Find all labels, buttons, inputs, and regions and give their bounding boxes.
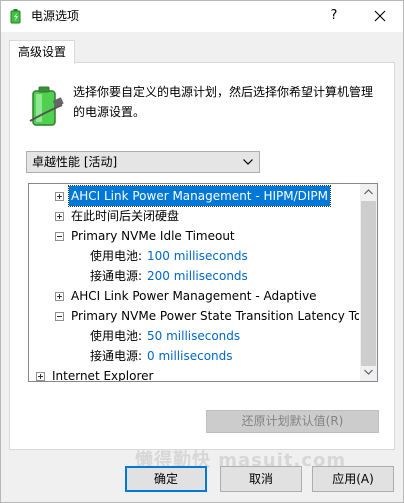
apply-button[interactable]: 应用(A) [312,466,394,492]
tree-row-label: Primary NVMe Power State Transition Late… [71,309,359,323]
expand-icon[interactable] [55,292,64,301]
tree-row-nvme-idle-timeout[interactable]: Primary NVMe Idle Timeout [29,226,359,246]
tab-advanced-settings[interactable]: 高级设置 [9,40,75,64]
close-button[interactable] [356,0,404,32]
expand-icon[interactable] [36,372,45,381]
close-icon [374,10,386,22]
collapse-icon[interactable] [55,312,64,321]
setting-label: 接通电源: [90,349,143,363]
cancel-button[interactable]: 取消 [220,466,302,492]
tree-row-ahci-adaptive[interactable]: AHCI Link Power Management - Adaptive [29,286,359,306]
expand-icon[interactable] [55,212,64,221]
tree-row-label: Primary NVMe Idle Timeout [71,229,235,243]
setting-value[interactable]: 200 milliseconds [147,266,248,286]
tree-row-label: Internet Explorer [52,369,154,382]
expand-icon[interactable] [55,192,64,201]
setting-value[interactable]: 0 milliseconds [147,346,233,366]
setting-row-plugged-in[interactable]: 接通电源: 200 milliseconds [29,266,359,286]
power-plan-selected: 卓越性能 [活动] [32,155,118,169]
setting-label: 使用电池: [90,249,143,263]
title-bar: 电源选项 ? [0,0,404,32]
tree-row-nvme-latency[interactable]: Primary NVMe Power State Transition Late… [29,306,359,326]
window-title: 电源选项 [31,9,80,23]
power-plan-dropdown[interactable]: 卓越性能 [活动] [26,151,260,173]
setting-value[interactable]: 100 milliseconds [147,246,248,266]
plan-description: 选择你要自定义的电源计划，然后选择你希望计算机管理 的电源设置。 [73,82,383,122]
tree-row-disk-timeout[interactable]: 在此时间后关闭硬盘 [29,206,359,226]
tree-row-ahci-hipm[interactable]: AHCI Link Power Management - HIPM/DIPM [29,185,359,207]
tree-row-label: 在此时间后关闭硬盘 [71,209,180,223]
chevron-up-icon [364,189,373,195]
chevron-down-icon [243,159,253,165]
tree-row-label: AHCI Link Power Management - HIPM/DIPM [67,185,332,207]
help-button[interactable]: ? [320,0,348,32]
collapse-icon[interactable] [55,232,64,241]
setting-row-battery[interactable]: 使用电池: 50 milliseconds [29,326,359,346]
chevron-down-icon [364,369,373,375]
ok-button[interactable]: 确定 [125,466,207,492]
scroll-thumb[interactable] [361,201,376,366]
setting-label: 使用电池: [90,329,143,343]
description-line-1: 选择你要自定义的电源计划，然后选择你希望计算机管理 [73,85,374,99]
tree-vertical-scrollbar[interactable] [360,184,377,381]
scroll-up-button[interactable] [360,184,377,201]
description-line-2: 的电源设置。 [73,105,146,119]
setting-row-plugged-in[interactable]: 接通电源: 0 milliseconds [29,346,359,366]
power-options-icon [10,9,21,24]
setting-label: 接通电源: [90,269,143,283]
tree-row-internet-explorer[interactable]: Internet Explorer [29,366,359,382]
battery-power-icon [29,86,64,126]
restore-defaults-button[interactable]: 还原计划默认值(R) [206,410,379,433]
setting-row-battery[interactable]: 使用电池: 100 milliseconds [29,246,359,266]
help-label: ? [330,8,338,23]
scroll-down-button[interactable] [360,364,377,381]
tree-row-label: AHCI Link Power Management - Adaptive [71,289,317,303]
power-settings-tree[interactable]: AHCI Link Power Management - HIPM/DIPM 在… [28,183,378,382]
setting-value[interactable]: 50 milliseconds [147,326,240,346]
